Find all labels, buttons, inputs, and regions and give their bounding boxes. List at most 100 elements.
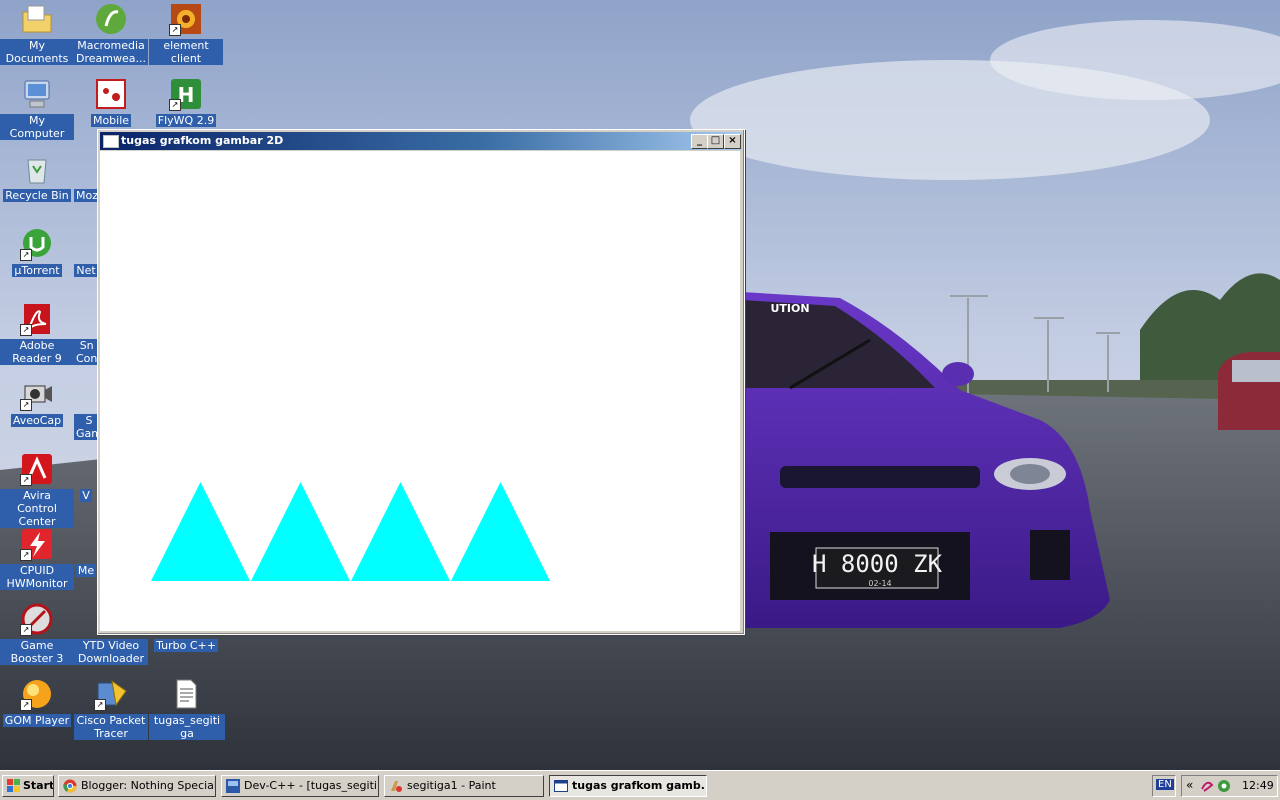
desktop-icon-game-booster[interactable]: ↗ Game Booster 3 [0, 602, 74, 665]
desktop-icon-mobile[interactable]: Mobile [74, 77, 148, 127]
close-button[interactable]: × [724, 134, 741, 149]
desktop-icon-label: Moz [74, 189, 98, 202]
cisco-packet-tracer-icon: ↗ [94, 677, 128, 711]
game-booster-icon: ↗ [20, 602, 54, 636]
desktop-icon-label: My Computer [0, 114, 74, 140]
drawing-canvas [151, 482, 550, 581]
windows-logo-icon [7, 779, 21, 793]
computer-icon [20, 77, 54, 111]
triangle-shape [151, 482, 250, 581]
desktop-icon-net[interactable]: Net [74, 227, 98, 277]
desktop-icon-adobe-reader[interactable]: ↗ Adobe Reader 9 [0, 302, 74, 365]
desktop-icon-label: tugas_segitiga [149, 714, 225, 740]
taskbar-item-grafkom[interactable]: tugas grafkom gamb... [549, 775, 707, 797]
desktop-icon-label: Sn Con [74, 339, 98, 365]
desktop-icon-dreamweaver[interactable]: Macromedia Dreamwea... [74, 2, 148, 65]
folder-icon [20, 2, 54, 36]
desktop-icon-label: Turbo C++ [154, 639, 218, 652]
desktop-icon-label: Net [74, 264, 98, 277]
adobe-reader-icon: ↗ [20, 302, 54, 336]
avira-icon: ↗ [20, 452, 54, 486]
triangle-shape [351, 482, 450, 581]
desktop-icon-recycle-bin[interactable]: Recycle Bin [0, 152, 74, 202]
desktop-icon-label: element client [149, 39, 223, 65]
plate-subtext: 02-14 [868, 579, 891, 588]
desktop-icon-gom-player[interactable]: ↗ GOM Player [0, 677, 74, 727]
desktop-icon-cisco[interactable]: ↗ Cisco Packet Tracer [74, 677, 148, 740]
canvas-area[interactable] [100, 151, 740, 631]
flywq-icon: H ↗ [169, 77, 203, 111]
element-client-icon: ↗ [169, 2, 203, 36]
triangle-shape [251, 482, 350, 581]
desktop-icon-aveocap[interactable]: ↗ AveoCap [0, 377, 74, 427]
desktop-icon-label: Adobe Reader 9 [0, 339, 74, 365]
app-window[interactable]: tugas grafkom gambar 2D _ □ × [97, 129, 745, 635]
recycle-bin-icon [20, 152, 54, 186]
cpuid-icon: ↗ [20, 527, 54, 561]
window-icon [554, 779, 568, 793]
desktop-icon-my-computer[interactable]: My Computer [0, 77, 74, 140]
taskbar: Start Blogger: Nothing Special ... Dev-C… [0, 770, 1280, 800]
desktop-icon-v[interactable]: V [74, 452, 98, 502]
window-app-icon [103, 135, 119, 148]
desktop-icon-label: µTorrent [12, 264, 62, 277]
desktop-icon-label: CPUID HWMonitor [0, 564, 74, 590]
triangle-shape [451, 482, 550, 581]
desktop-icon-label: Macromedia Dreamwea... [74, 39, 148, 65]
desktop-icon-label: Avira Control Center [0, 489, 74, 528]
desktop-icon-avira[interactable]: ↗ Avira Control Center [0, 452, 74, 528]
maximize-button[interactable]: □ [707, 134, 724, 149]
taskbar-item-label: tugas grafkom gamb... [572, 779, 707, 792]
network-icon[interactable] [1217, 779, 1231, 796]
taskbar-item-blogger[interactable]: Blogger: Nothing Special ... [58, 775, 216, 797]
language-indicator[interactable]: EN [1152, 775, 1176, 797]
desktop-icon-label: My Documents [0, 39, 74, 65]
plate-text: H 8000 ZK [812, 550, 943, 578]
desktop-icon-tugas-segitiga[interactable]: tugas_segitiga [149, 677, 225, 740]
desktop-icon-label: S Gam [74, 414, 98, 440]
taskbar-item-label: segitiga1 - Paint [407, 779, 496, 792]
desktop-icon-label: AveoCap [10, 414, 64, 427]
chrome-icon [63, 779, 77, 793]
desktop-icon-label: Recycle Bin [3, 189, 71, 202]
start-label: Start [23, 779, 54, 792]
desktop-icon-label: V [80, 489, 92, 502]
desktop-icon-label: Cisco Packet Tracer [74, 714, 148, 740]
taskbar-item-label: Dev-C++ - [tugas_segiti... [244, 779, 379, 792]
desktop-icon-label: Mobile [90, 114, 132, 127]
desktop-icon-my-documents[interactable]: My Documents [0, 2, 74, 65]
desktop-icon-cpuid[interactable]: ↗ CPUID HWMonitor [0, 527, 74, 590]
utorrent-icon: ↗ [20, 227, 54, 261]
text-file-icon [169, 677, 203, 711]
desktop-icon-s-gam[interactable]: S Gam [74, 377, 98, 440]
devcpp-icon [226, 779, 240, 793]
windshield-banner: UTION [770, 302, 809, 315]
window-title: tugas grafkom gambar 2D [121, 134, 284, 147]
desktop-icon-utorrent[interactable]: ↗ µTorrent [0, 227, 74, 277]
taskbar-item-paint[interactable]: segitiga1 - Paint [384, 775, 544, 797]
clock[interactable]: 12:49 [1242, 779, 1274, 792]
desktop-icon-label: Game Booster 3 [0, 639, 74, 665]
desktop-icon-sn-con[interactable]: Sn Con [74, 302, 98, 365]
desktop-icon-me[interactable]: Me [74, 527, 98, 577]
camera-icon: ↗ [20, 377, 54, 411]
desktop-icon-moz[interactable]: Moz [74, 152, 98, 202]
window-titlebar[interactable]: tugas grafkom gambar 2D _ □ × [100, 132, 742, 150]
paint-icon [389, 779, 403, 793]
tray-app-icon[interactable] [1200, 779, 1214, 796]
desktop-icon-label: FlyWQ 2.9 [155, 114, 217, 127]
desktop-icon-label: GOM Player [2, 714, 72, 727]
mobile-app-icon [94, 77, 128, 111]
taskbar-item-label: Blogger: Nothing Special ... [81, 779, 216, 792]
gom-player-icon: ↗ [20, 677, 54, 711]
system-tray: « 12:49 [1181, 775, 1278, 797]
desktop-icon-label: Me [75, 564, 97, 577]
start-button[interactable]: Start [2, 775, 54, 797]
desktop-icon-element-client[interactable]: ↗ element client [149, 2, 223, 65]
minimize-button[interactable]: _ [691, 134, 708, 149]
dreamweaver-icon [94, 2, 128, 36]
taskbar-item-devcpp[interactable]: Dev-C++ - [tugas_segiti... [221, 775, 379, 797]
tray-expand-chevron[interactable]: « [1186, 778, 1193, 792]
desktop-icon-flywq[interactable]: H ↗ FlyWQ 2.9 [149, 77, 223, 127]
desktop-icon-label: YTD Video Downloader [74, 639, 148, 665]
